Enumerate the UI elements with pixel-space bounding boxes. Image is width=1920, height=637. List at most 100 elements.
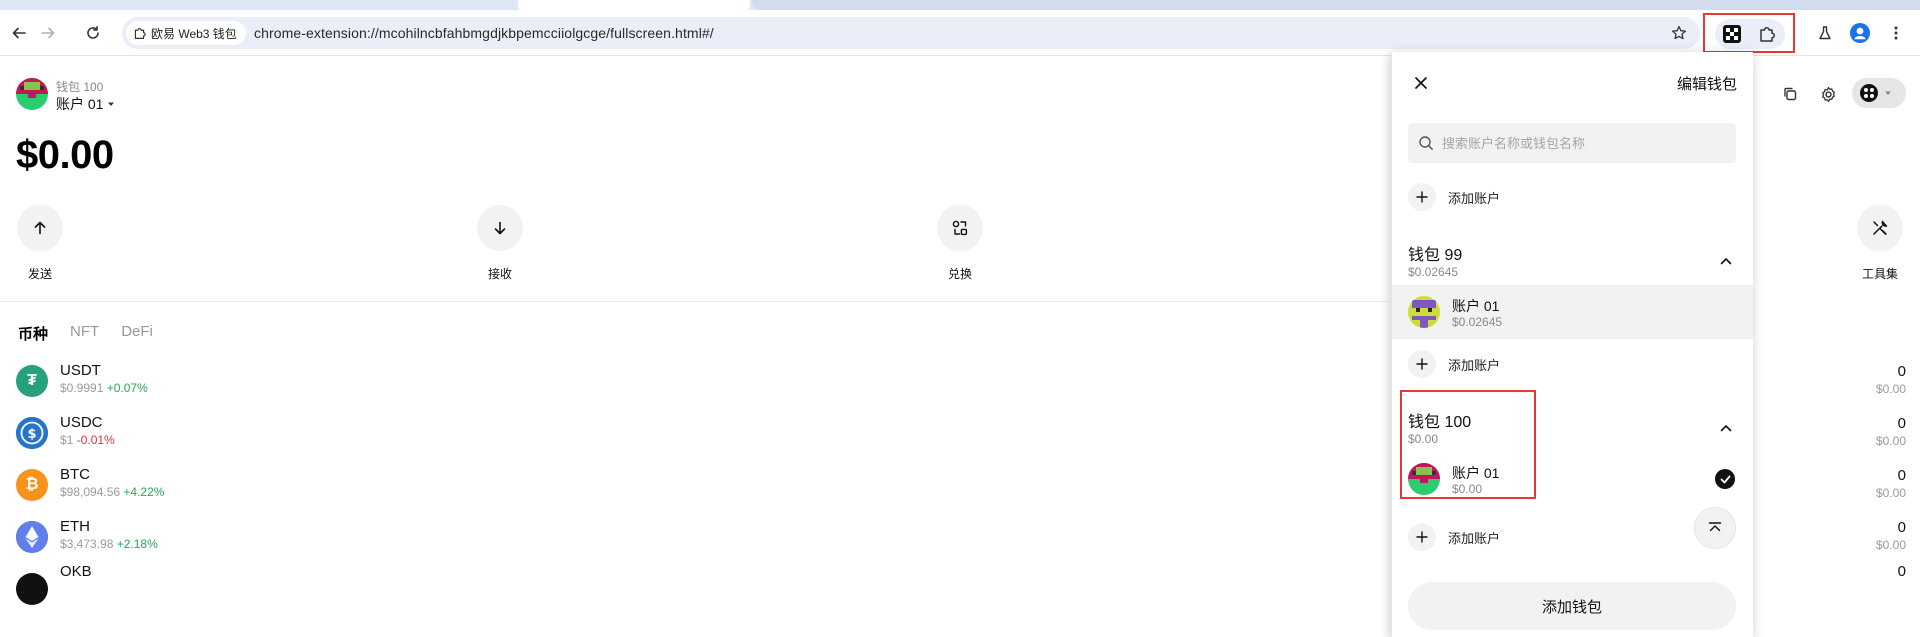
forward-arrow-icon	[41, 27, 55, 39]
token-price: $98,094.56 +4.22%	[60, 485, 165, 499]
receive-action[interactable]: 接收	[460, 205, 540, 282]
profile-button[interactable]	[1847, 20, 1873, 46]
account-name: 账户 01	[1452, 298, 1500, 314]
btc-logo-icon: ₿	[16, 469, 48, 501]
browser-menu-button[interactable]	[1883, 20, 1909, 46]
plus-icon	[1408, 350, 1436, 378]
token-change: +4.22%	[123, 485, 165, 499]
extensions-menu-button[interactable]	[1753, 20, 1781, 48]
add-account-top[interactable]: 添加账户	[1408, 182, 1708, 212]
swap-icon	[952, 220, 968, 236]
close-drawer-button[interactable]	[1408, 70, 1434, 96]
settings-button[interactable]	[1815, 81, 1841, 107]
browser-toolbar: 欧易 Web3 钱包 chrome-extension://mcohilncbf…	[0, 10, 1920, 56]
swap-label: 兑换	[947, 267, 972, 281]
search-input[interactable]	[1442, 123, 1732, 163]
active-tab[interactable]	[518, 0, 750, 10]
add-account-label: 添加账户	[1448, 530, 1501, 546]
tab-defi[interactable]: DeFi	[121, 323, 153, 344]
all-networks-icon	[1860, 84, 1878, 102]
network-selector[interactable]	[1852, 78, 1906, 108]
forward-button[interactable]	[35, 20, 61, 46]
copy-icon	[1784, 87, 1797, 101]
close-icon	[1415, 77, 1427, 89]
drawer-title[interactable]: 编辑钱包	[1677, 73, 1737, 94]
add-account-wallet-99[interactable]: 添加账户	[1408, 349, 1708, 379]
gear-icon	[1821, 86, 1835, 102]
tools-label: 工具集	[1861, 267, 1898, 281]
swap-action[interactable]: 兑换	[920, 205, 1000, 282]
okx-wallet-extension-button[interactable]	[1718, 20, 1746, 48]
account-switcher[interactable]: 账户 01	[56, 94, 115, 114]
chevron-up-icon[interactable]	[1716, 418, 1736, 438]
copy-address-button[interactable]	[1777, 81, 1803, 107]
token-change: -0.01%	[76, 433, 115, 447]
account-balance: $0.02645	[1452, 315, 1503, 329]
plus-icon	[1408, 183, 1436, 211]
token-price: $3,473.98 +2.18%	[60, 537, 158, 551]
bookmark-star-button[interactable]	[1668, 22, 1690, 44]
chevron-up-icon[interactable]	[1716, 251, 1736, 271]
wallet-group-balance: $0.02645	[1408, 265, 1459, 279]
send-action[interactable]: 发送	[0, 205, 80, 282]
site-chip[interactable]: 欧易 Web3 钱包	[126, 21, 246, 45]
reload-button[interactable]	[80, 20, 106, 46]
back-arrow-icon	[12, 27, 26, 39]
kebab-menu-icon	[1894, 26, 1898, 40]
tools-icon	[1873, 220, 1888, 235]
labs-button[interactable]	[1812, 20, 1838, 46]
token-amount: 0	[1897, 363, 1906, 380]
section-divider	[0, 301, 1390, 302]
token-amount: 0	[1897, 467, 1906, 484]
eth-logo-icon	[16, 521, 48, 553]
token-value: $0.00	[1875, 434, 1906, 448]
usdt-logo-icon: ₮	[16, 365, 48, 397]
swap-button[interactable]	[937, 205, 983, 251]
wallet-group-header[interactable]: 钱包 99 $0.02645	[1408, 241, 1736, 285]
flask-icon	[1819, 26, 1831, 40]
background-tab[interactable]	[752, 0, 1920, 10]
puzzle-icon	[1760, 26, 1776, 42]
selection-highlight	[1400, 390, 1536, 499]
add-account-wallet-100[interactable]: 添加账户	[1408, 522, 1708, 552]
svg-text:$: $	[27, 427, 36, 442]
total-balance: $0.00	[16, 133, 114, 177]
search-box[interactable]	[1408, 123, 1736, 163]
okx-logo-icon	[1723, 25, 1741, 43]
token-amount: 0	[1897, 519, 1906, 536]
receive-button[interactable]	[477, 205, 523, 251]
token-value: $0.00	[1875, 382, 1906, 396]
token-value: $0.00	[1875, 486, 1906, 500]
arrow-down-icon	[494, 221, 506, 235]
okb-logo-icon	[16, 573, 48, 605]
send-button[interactable]	[17, 205, 63, 251]
token-symbol: USDT	[60, 362, 101, 379]
token-change: +2.18%	[116, 537, 158, 551]
account-avatar[interactable]	[16, 78, 48, 110]
address-bar[interactable]: 欧易 Web3 钱包 chrome-extension://mcohilncbf…	[122, 17, 1700, 49]
account-row[interactable]: 账户 01 $0.02645	[1392, 285, 1753, 339]
token-symbol: ETH	[60, 518, 90, 535]
add-account-label: 添加账户	[1448, 357, 1501, 373]
token-amount: 0	[1897, 563, 1906, 580]
add-wallet-button[interactable]: 添加钱包	[1408, 582, 1736, 630]
reload-icon	[87, 26, 99, 39]
token-price: $0.9991 +0.07%	[60, 381, 148, 395]
tab-nft[interactable]: NFT	[70, 323, 99, 344]
scroll-to-top-button[interactable]	[1694, 507, 1736, 549]
url-text[interactable]: chrome-extension://mcohilncbfahbmgdjkbpe…	[254, 25, 714, 41]
extension-puzzle-icon	[134, 27, 146, 39]
plus-icon	[1408, 523, 1436, 551]
tab-strip	[0, 0, 1920, 10]
wallet-group-name: 钱包 99	[1408, 247, 1463, 264]
tab-tokens[interactable]: 币种	[18, 323, 48, 344]
usdc-logo-icon: $	[16, 417, 48, 449]
checkmark-icon	[1715, 469, 1735, 489]
back-button[interactable]	[6, 20, 32, 46]
extension-highlight	[1703, 13, 1795, 53]
receive-label: 接收	[487, 267, 512, 281]
tools-action[interactable]: 工具集	[1840, 205, 1920, 282]
tools-button[interactable]	[1857, 205, 1903, 251]
token-symbol: USDC	[60, 414, 103, 431]
star-icon	[1671, 25, 1687, 40]
